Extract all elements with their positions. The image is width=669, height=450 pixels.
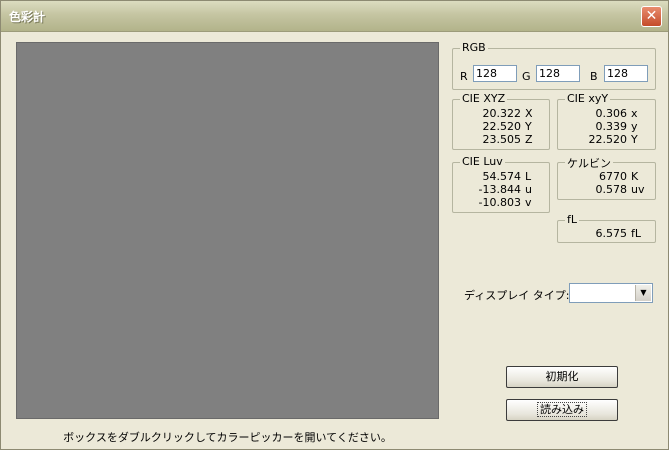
g-label: G (522, 70, 531, 83)
cie-xyz-row: 22.520 Y (482, 120, 532, 133)
cie-xyy-title: CIE xyY (565, 92, 611, 105)
rgb-group-title: RGB (460, 41, 488, 54)
kelvin-row: 0.578 uv (595, 183, 645, 196)
window-title: 色彩計 (9, 10, 46, 24)
cie-xyz-group: CIE XYZ 20.322 X 22.520 Y 23.505 Z (452, 92, 550, 150)
swatch-instruction: ボックスをダブルクリックしてカラーピッカーを開いてください。 (63, 431, 392, 444)
cie-xyz-title: CIE XYZ (460, 92, 508, 105)
color-meter-window: 色彩計 ✕ ボックスをダブルクリックしてカラーピッカーを開いてください。 RGB… (0, 0, 669, 450)
title-bar: 色彩計 ✕ (1, 1, 668, 32)
load-button[interactable]: 読み込み (506, 399, 618, 421)
reset-button[interactable]: 初期化 (506, 366, 618, 388)
b-label: B (590, 70, 598, 83)
rgb-group: RGB R G B (452, 41, 656, 90)
r-input[interactable] (473, 65, 517, 82)
cie-xyy-row: 0.306 x (595, 107, 638, 120)
b-input[interactable] (604, 65, 648, 82)
kelvin-row: 6770 K (599, 170, 639, 183)
cie-xyz-row: 20.322 X (482, 107, 533, 120)
cie-xyy-group: CIE xyY 0.306 x 0.339 y 22.520 Y (557, 92, 656, 150)
cie-luv-group: CIE Luv 54.574 L -13.844 u -10.803 v (452, 155, 550, 213)
reset-button-label: 初期化 (545, 370, 579, 383)
chevron-down-icon[interactable]: ▼ (635, 285, 651, 301)
kelvin-title: ケルビン (565, 155, 613, 171)
fl-title: fL (565, 213, 580, 226)
cie-xyy-row: 22.520 Y (588, 133, 638, 146)
close-button[interactable]: ✕ (641, 6, 662, 27)
cie-luv-row: 54.574 L (482, 170, 532, 183)
kelvin-group: ケルビン 6770 K 0.578 uv (557, 155, 656, 200)
display-type-select[interactable]: ▼ (569, 283, 653, 303)
color-swatch-box[interactable] (16, 42, 439, 419)
cie-luv-title: CIE Luv (460, 155, 505, 168)
fl-group: fL 6.575 fL (557, 213, 656, 243)
cie-xyz-row: 23.505 Z (482, 133, 533, 146)
display-type-label: ディスプレイ タイプ: (464, 289, 570, 302)
cie-luv-row: -10.803 v (478, 196, 532, 209)
g-input[interactable] (536, 65, 580, 82)
r-label: R (460, 70, 468, 83)
load-button-label: 読み込み (537, 402, 587, 417)
close-icon: ✕ (645, 8, 658, 24)
cie-xyy-row: 0.339 y (595, 120, 638, 133)
cie-luv-row: -13.844 u (478, 183, 532, 196)
fl-row: 6.575 fL (595, 227, 642, 240)
